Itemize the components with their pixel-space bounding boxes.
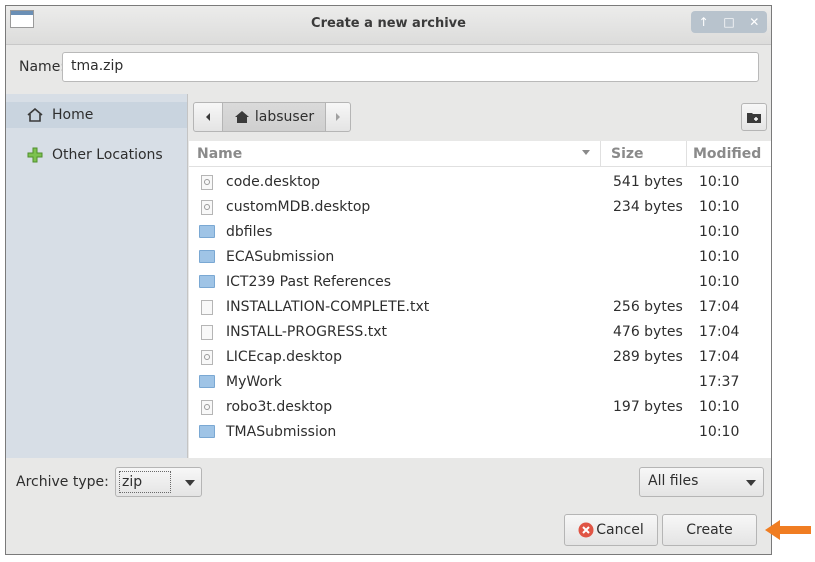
path-button-home[interactable]: labsuser [222,102,326,132]
file-row[interactable]: INSTALLATION-COMPLETE.txt 256 bytes 17:0… [189,295,771,319]
dropdown-caret-icon [746,480,756,486]
cancel-button[interactable]: Cancel [564,514,658,546]
desktop-file-icon [201,200,213,215]
file-modified: 10:10 [699,424,740,440]
window-title: Create a new archive [311,16,466,31]
file-size: 234 bytes [613,199,683,215]
sidebar-item-home[interactable]: Home [6,102,187,128]
file-filter-select[interactable]: All files [639,467,764,497]
column-modified-label: Modified [693,145,762,162]
places-sidebar: Home Other Locations [6,94,188,458]
restore-button[interactable]: □ [720,15,738,29]
file-size: 289 bytes [613,349,683,365]
file-name: LICEcap.desktop [226,349,343,365]
file-name: INSTALLATION-COMPLETE.txt [226,299,430,315]
text-file-icon [201,300,213,315]
file-name: ECASubmission [226,249,335,265]
maximize-up-button[interactable]: ↑ [695,15,713,29]
file-name: ICT239 Past References [226,274,392,290]
file-row[interactable]: ECASubmission 10:10 [189,245,771,269]
file-name: MyWork [226,374,282,390]
file-row[interactable]: ICT239 Past References 10:10 [189,270,771,294]
archive-type-value: zip [119,471,171,493]
file-size: 256 bytes [613,299,683,315]
file-modified: 10:10 [699,249,740,265]
path-label: labsuser [254,109,315,125]
sidebar-item-label: Home [52,107,94,123]
folder-icon [199,425,215,438]
archive-type-label: Archive type: [16,474,109,490]
folder-new-icon [747,113,761,123]
name-label: Name: [19,59,66,75]
cancel-icon [578,522,594,538]
file-modified: 10:10 [699,399,740,415]
create-button[interactable]: Create [662,514,757,546]
file-row[interactable]: dbfiles 10:10 [189,220,771,244]
file-row[interactable]: INSTALL-PROGRESS.txt 476 bytes 17:04 [189,320,771,344]
file-modified: 17:37 [699,374,740,390]
name-input[interactable]: tma.zip [62,52,759,82]
folder-icon [199,250,215,263]
file-modified: 17:04 [699,324,740,340]
file-modified: 17:04 [699,299,740,315]
file-modified: 10:10 [699,224,740,240]
window-controls: ↑ □ ✕ [691,11,767,33]
column-name-label: Name [197,145,243,162]
sort-down-icon [582,150,590,155]
file-row[interactable]: TMASubmission 10:10 [189,420,771,444]
file-name: INSTALL-PROGRESS.txt [226,324,388,340]
close-button[interactable]: ✕ [745,15,763,29]
file-row[interactable]: customMDB.desktop 234 bytes 10:10 [189,195,771,219]
new-folder-button[interactable] [741,103,767,131]
file-size: 476 bytes [613,324,683,340]
archive-type-row: Archive type: zip All files [6,464,771,500]
forward-button[interactable] [325,102,351,132]
column-header-modified[interactable]: Modified [687,141,771,167]
file-row[interactable]: LICEcap.desktop 289 bytes 17:04 [189,345,771,369]
archive-type-select[interactable]: zip [115,467,202,497]
file-name: robo3t.desktop [226,399,333,415]
back-button[interactable] [193,102,223,132]
column-header-size[interactable]: Size [601,141,687,167]
name-row: Name: tma.zip [6,44,771,92]
sidebar-item-other-locations[interactable]: Other Locations [6,142,187,168]
column-header-name[interactable]: Name [189,141,601,167]
file-name: TMASubmission [226,424,337,440]
file-modified: 10:10 [699,274,740,290]
file-modified: 17:04 [699,349,740,365]
file-size: 541 bytes [613,174,683,190]
folder-icon [199,275,215,288]
plus-icon [24,147,46,163]
file-size: 197 bytes [613,399,683,415]
file-row[interactable]: robo3t.desktop 197 bytes 10:10 [189,395,771,419]
create-label: Create [686,522,733,538]
dropdown-caret-icon [185,480,195,486]
create-archive-dialog: Create a new archive ↑ □ ✕ Name: tma.zip… [5,5,772,555]
title-bar: Create a new archive ↑ □ ✕ [6,6,771,45]
home-icon [24,108,46,122]
file-row[interactable]: MyWork 17:37 [189,370,771,394]
cancel-label: Cancel [596,522,644,538]
file-row[interactable]: code.desktop 541 bytes 10:10 [189,170,771,194]
folder-icon [199,375,215,388]
text-file-icon [201,325,213,340]
desktop-file-icon [201,400,213,415]
file-name: dbfiles [226,224,273,240]
annotation-arrow-icon [765,520,811,540]
file-name: customMDB.desktop [226,199,371,215]
file-name: code.desktop [226,174,321,190]
file-modified: 10:10 [699,199,740,215]
home-icon [234,111,249,123]
desktop-file-icon [201,350,213,365]
column-size-label: Size [611,145,644,162]
file-filter-value: All files [648,473,699,489]
sidebar-item-label: Other Locations [52,147,163,163]
file-modified: 10:10 [699,174,740,190]
chevron-right-icon [336,113,340,121]
desktop-file-icon [201,175,213,190]
folder-icon [199,225,215,238]
chevron-left-icon [206,113,210,121]
file-list: Name Size Modified code.desktop 541 byte… [189,141,771,458]
